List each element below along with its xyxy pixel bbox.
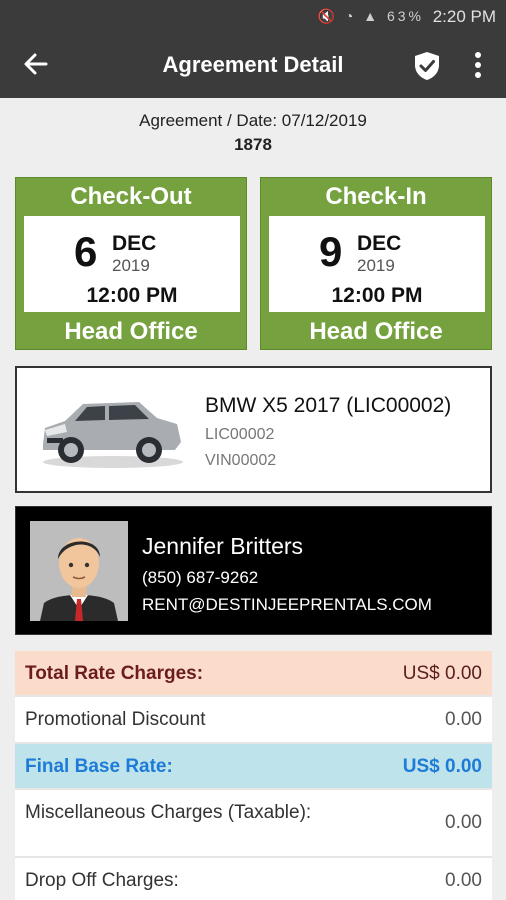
app-bar: Agreement Detail xyxy=(0,34,506,98)
agreement-date-label: Agreement / Date: 07/12/2019 xyxy=(139,111,367,130)
charges-table: Total Rate Charges: US$ 0.00 Promotional… xyxy=(15,651,492,900)
customer-card[interactable]: Jennifer Britters (850) 687-9262 RENT@DE… xyxy=(15,506,492,635)
final-base-rate-value: US$ 0.00 xyxy=(402,756,482,777)
checkout-heading: Check-Out xyxy=(70,183,192,210)
dropoff-charges-value: 0.00 xyxy=(445,870,482,891)
checkout-location: Head Office xyxy=(64,318,198,345)
checkin-year: 2019 xyxy=(357,256,395,275)
checkin-time: 12:00 PM xyxy=(331,284,423,307)
checkout-year: 2019 xyxy=(112,256,150,275)
dropoff-charges-row: Drop Off Charges: 0.00 xyxy=(15,858,492,900)
checkin-date-panel: 9 DEC 2019 12:00 PM xyxy=(269,216,485,312)
customer-email[interactable]: RENT@DESTINJEEPRENTALS.COM xyxy=(142,595,432,615)
misc-charges-row: Miscellaneous Charges (Taxable): 0.00 xyxy=(15,790,492,858)
dropoff-charges-label: Drop Off Charges: xyxy=(25,870,179,891)
promo-discount-row: Promotional Discount 0.00 xyxy=(15,697,492,744)
customer-name: Jennifer Britters xyxy=(142,533,304,559)
checkin-day: 9 xyxy=(319,228,343,275)
customer-phone[interactable]: (850) 687-9262 xyxy=(142,568,258,588)
status-bar: 🔇 ◔ ▲ 63% 2:20 PM xyxy=(0,0,506,34)
shield-check-icon[interactable] xyxy=(412,50,442,82)
promo-discount-value: 0.00 xyxy=(445,709,482,730)
checkout-day: 6 xyxy=(74,228,98,275)
checkin-card: Check-In 9 DEC 2019 12:00 PM Head Office xyxy=(260,177,492,350)
final-base-rate-label: Final Base Rate: xyxy=(25,756,173,777)
total-rate-row: Total Rate Charges: US$ 0.00 xyxy=(15,651,492,697)
avatar xyxy=(30,521,128,621)
checkout-time: 12:00 PM xyxy=(86,284,178,307)
checkout-card: Check-Out 6 DEC 2019 12:00 PM Head Offic… xyxy=(15,177,247,350)
total-rate-value: US$ 0.00 xyxy=(402,663,482,684)
total-rate-label: Total Rate Charges: xyxy=(25,663,204,684)
checkout-date-panel: 6 DEC 2019 12:00 PM xyxy=(24,216,240,312)
agreement-header: Agreement / Date: 07/12/2019 1878 xyxy=(0,111,506,155)
final-base-rate-row: Final Base Rate: US$ 0.00 xyxy=(15,744,492,790)
misc-charges-label: Miscellaneous Charges (Taxable): xyxy=(25,802,312,823)
car-image xyxy=(43,402,183,468)
agreement-number: 1878 xyxy=(234,135,272,154)
checkin-heading: Check-In xyxy=(325,183,427,210)
vehicle-vin: VIN00002 xyxy=(205,452,277,469)
vehicle-license: LIC00002 xyxy=(205,426,275,443)
promo-discount-label: Promotional Discount xyxy=(25,709,206,730)
vehicle-card[interactable]: BMW X5 2017 (LIC00002) LIC00002 VIN00002 xyxy=(15,366,492,493)
misc-charges-value: 0.00 xyxy=(445,812,482,833)
checkout-month: DEC xyxy=(112,232,157,255)
more-vert-icon[interactable] xyxy=(470,50,486,80)
vehicle-name: BMW X5 2017 (LIC00002) xyxy=(205,394,452,417)
status-time: 2:20 PM xyxy=(432,7,496,26)
checkin-month: DEC xyxy=(357,232,402,255)
status-icons: 🔇 ◔ ▲ 63% xyxy=(317,8,424,24)
checkin-location: Head Office xyxy=(309,318,443,345)
